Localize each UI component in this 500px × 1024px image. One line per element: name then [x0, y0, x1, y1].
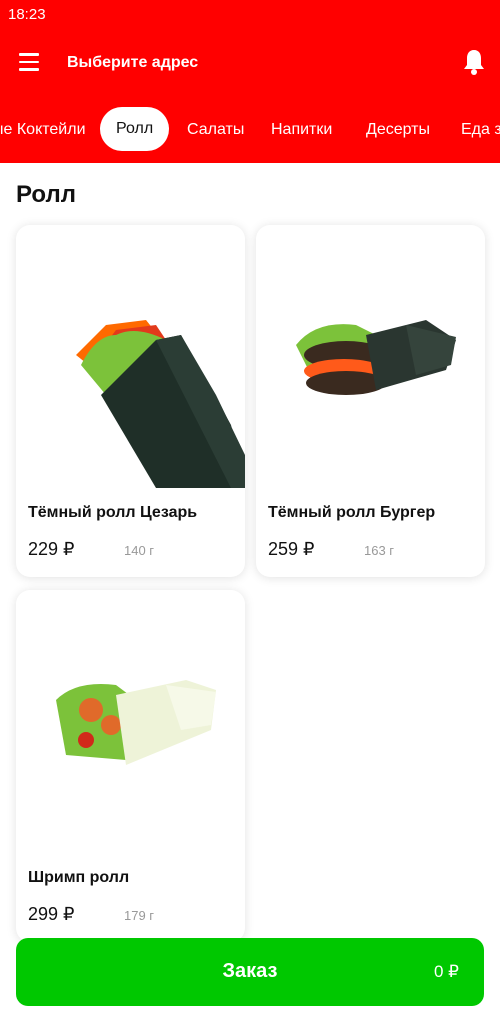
product-price: 259 ₽ [268, 539, 315, 559]
section-title: Ролл [16, 181, 76, 208]
product-image [76, 320, 245, 488]
tab-roll[interactable]: Ролл [100, 107, 170, 151]
order-label: Заказ [222, 960, 278, 982]
tab-cocktails[interactable]: ые Коктейли [0, 121, 86, 139]
product-price: 299 ₽ [28, 904, 75, 924]
tab-food[interactable]: Еда за [461, 121, 500, 139]
status-time: 18:23 [8, 6, 46, 23]
product-card[interactable]: Шримп ролл 299 ₽ 179 г [16, 590, 245, 942]
tab-desserts[interactable]: Десерты [366, 121, 430, 139]
product-card[interactable]: Тёмный ролл Цезарь 229 ₽ 140 г [16, 225, 245, 577]
product-card[interactable]: Тёмный ролл Бургер 259 ₽ 163 г [256, 225, 485, 577]
tab-salads[interactable]: Салаты [187, 121, 244, 139]
menu-icon[interactable] [19, 53, 39, 71]
tab-drinks[interactable]: Напитки [271, 121, 332, 139]
order-button[interactable]: Заказ 0 ₽ [16, 938, 484, 1006]
product-price: 229 ₽ [28, 539, 75, 559]
product-image [56, 680, 216, 765]
product-weight: 179 г [124, 908, 155, 923]
address-selector[interactable]: Выберите адрес [67, 54, 198, 72]
product-name: Шримп ролл [28, 869, 130, 886]
product-name: Тёмный ролл Цезарь [28, 504, 198, 521]
bell-icon[interactable] [462, 48, 486, 76]
order-total: 0 ₽ [434, 962, 459, 981]
product-name: Тёмный ролл Бургер [268, 504, 436, 521]
product-weight: 140 г [124, 543, 155, 558]
app-header: 18:23 Выберите адрес ые Коктейли Ролл Са… [0, 0, 500, 163]
product-image [296, 320, 456, 395]
category-tabs: ые Коктейли Ролл Салаты Напитки Десерты … [0, 107, 500, 153]
product-weight: 163 г [364, 543, 395, 558]
